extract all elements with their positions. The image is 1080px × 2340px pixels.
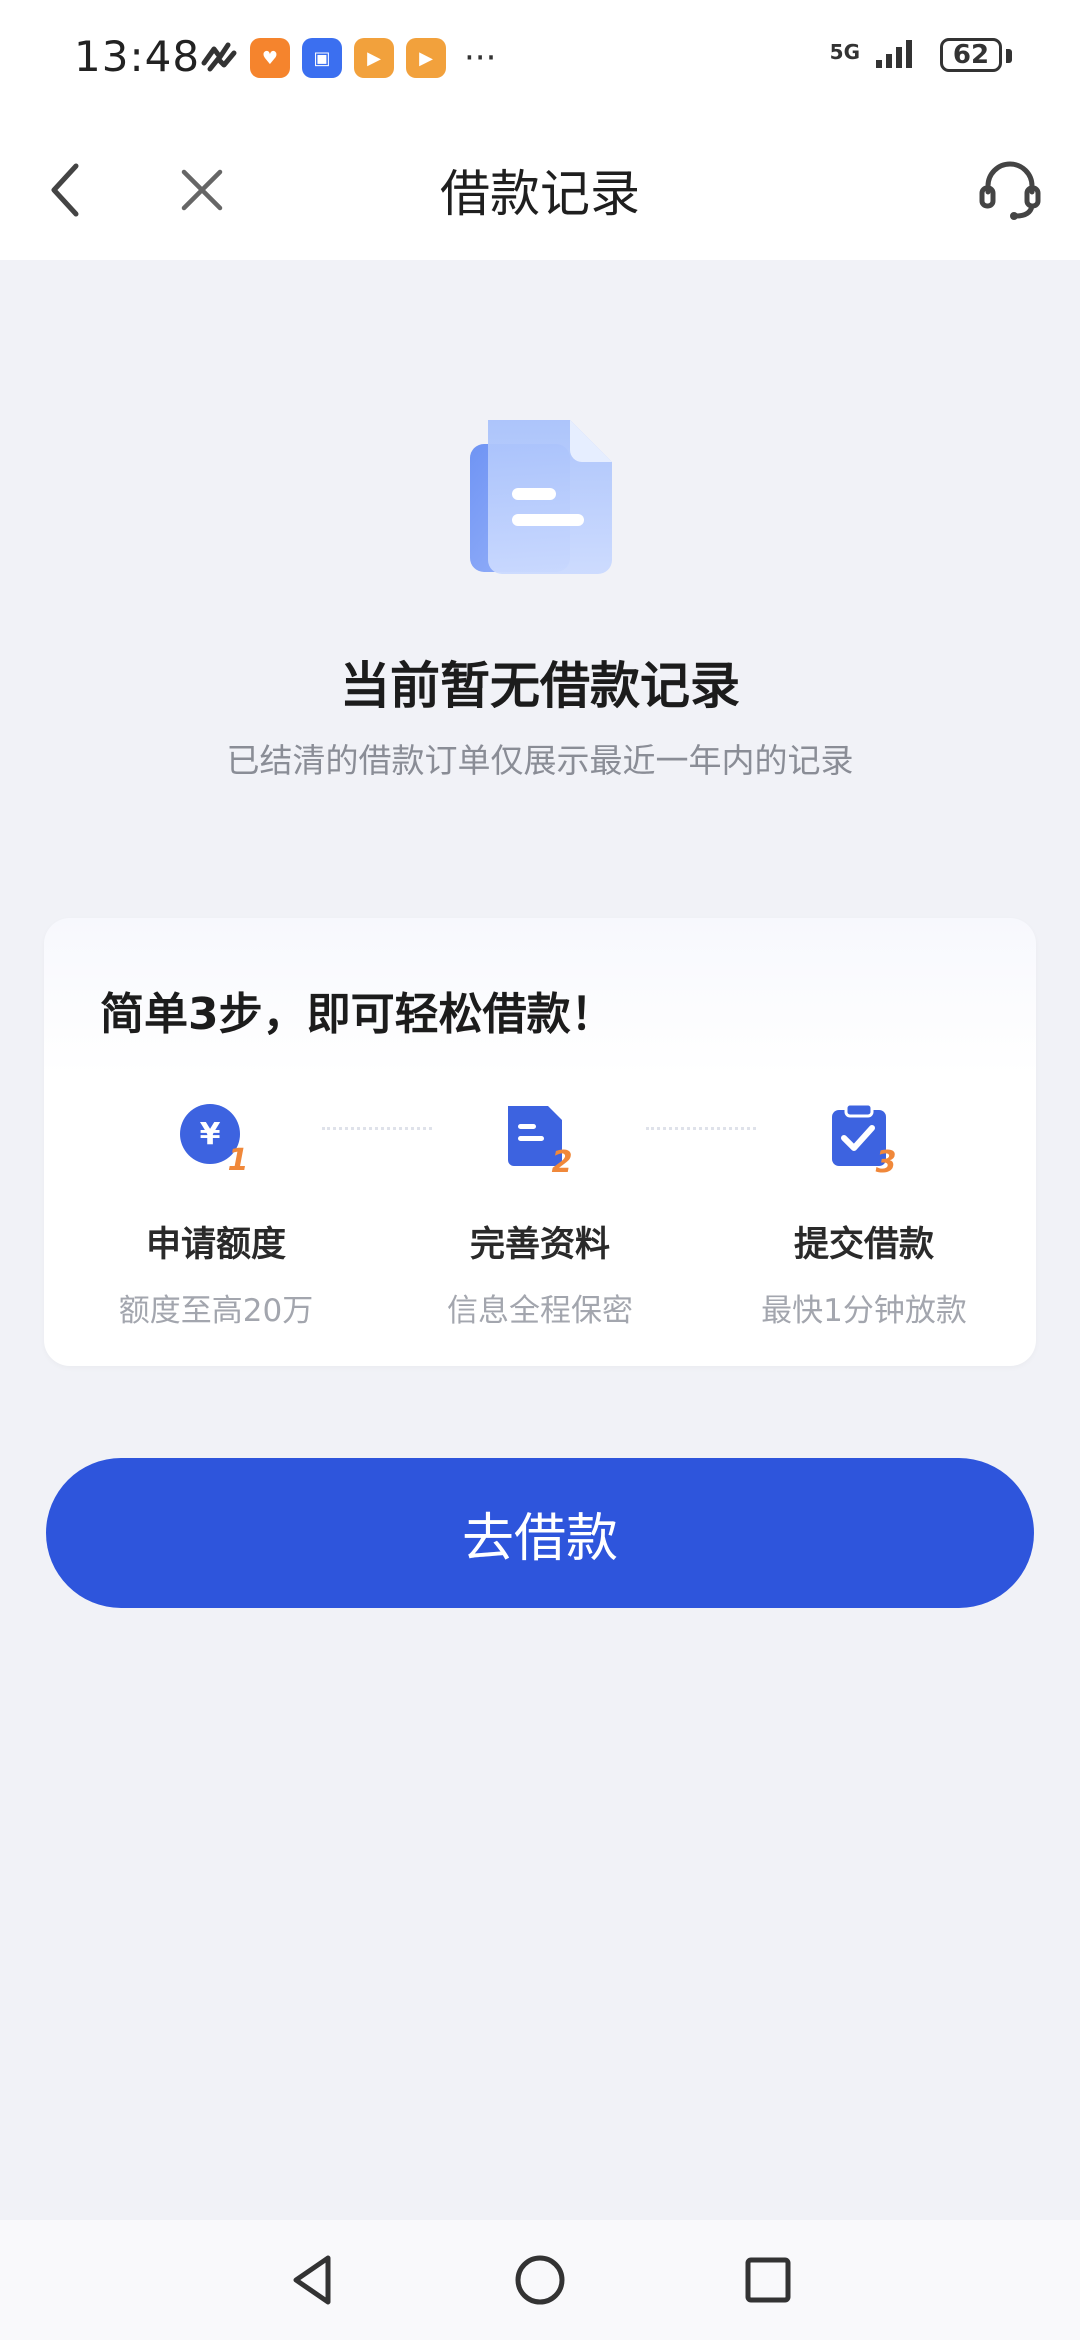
step-number: 1: [228, 1143, 249, 1178]
steps-card-title: 简单3步，即可轻松借款！: [100, 989, 615, 1040]
step-label: 申请额度: [145, 1225, 286, 1265]
step-apply-limit: ¥ 1 申请额度 额度至高20万: [86, 1098, 346, 1330]
signal-icon: [876, 40, 912, 68]
nav-bar: 借款记录: [0, 120, 1080, 260]
triangle-back-icon[interactable]: [282, 2248, 346, 2312]
status-bar: 13:48 ♥ ▣ ▶ ▶ ··· 5G 62: [0, 0, 1080, 120]
system-nav-bar: [0, 2220, 1080, 2340]
empty-state-title: 当前暂无借款记录: [340, 657, 740, 715]
health-app-icon: ♥: [250, 38, 290, 78]
more-notifications-indicator: ···: [464, 38, 497, 78]
battery-level: 62: [940, 38, 1002, 72]
empty-document-icon: [470, 420, 612, 574]
steps-card: 简单3步，即可轻松借款！ ¥ 1 申请额度 额度至高20万 2 完善资料 信息全…: [44, 918, 1036, 1366]
step-number: 2: [552, 1145, 573, 1178]
clipboard-check-icon: 3: [832, 1102, 897, 1180]
app-market-icon: ▣: [302, 38, 342, 78]
activity-icon: [201, 42, 237, 72]
step-submit-loan: 3 提交借款 最快1分钟放款: [734, 1098, 994, 1330]
battery-indicator: 62: [940, 38, 1012, 76]
page-title: 借款记录: [440, 165, 640, 223]
document-icon: 2: [508, 1106, 573, 1180]
step-label: 提交借款: [793, 1225, 934, 1265]
step-number: 3: [876, 1145, 897, 1178]
step-description: 信息全程保密: [447, 1293, 633, 1329]
video-app-icon: ▶: [354, 38, 394, 78]
step-description: 额度至高20万: [118, 1293, 314, 1329]
network-status: 5G: [830, 34, 920, 70]
circle-home-icon[interactable]: [508, 2248, 572, 2312]
go-borrow-button[interactable]: 去借款: [46, 1458, 1034, 1608]
step-description: 最快1分钟放款: [761, 1293, 967, 1329]
video-app-icon-2: ▶: [406, 38, 446, 78]
notification-icons: ♥ ▣ ▶ ▶ ···: [200, 38, 496, 78]
empty-state-subtitle: 已结清的借款订单仅展示最近一年内的记录: [226, 741, 854, 780]
status-time: 13:48: [74, 32, 201, 81]
square-recents-icon[interactable]: [736, 2248, 800, 2312]
network-label: 5G: [829, 40, 860, 64]
step-label: 完善资料: [469, 1225, 610, 1265]
headset-icon[interactable]: [970, 150, 1050, 230]
svg-text:¥: ¥: [200, 1117, 221, 1152]
yen-coin-icon: ¥ 1: [180, 1104, 249, 1178]
step-complete-info: 2 完善资料 信息全程保密: [410, 1098, 670, 1330]
